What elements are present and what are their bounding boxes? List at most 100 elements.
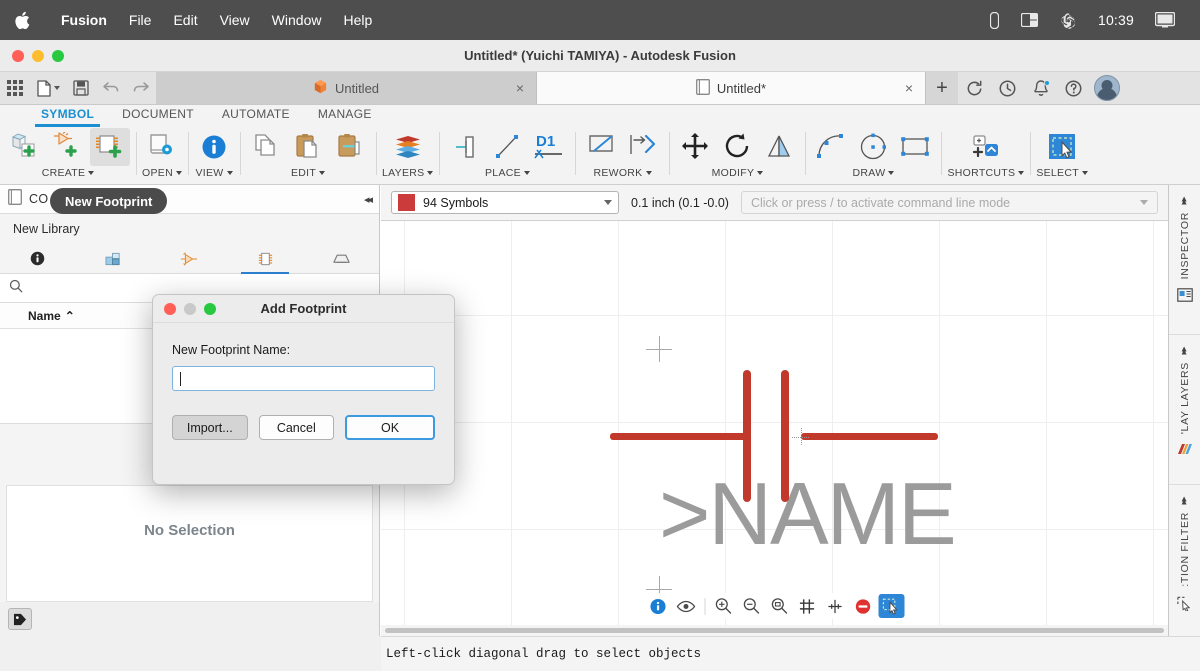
- menu-item-edit[interactable]: Edit: [162, 12, 208, 28]
- display-icon[interactable]: [1144, 12, 1186, 28]
- paste-special-icon[interactable]: [330, 128, 370, 166]
- arrow-bend-icon[interactable]: [623, 128, 663, 166]
- ribbon-group-draw-label[interactable]: DRAW: [853, 167, 895, 179]
- pin-icon[interactable]: [445, 128, 485, 166]
- new-tab-button[interactable]: +: [926, 72, 958, 104]
- import-button[interactable]: Import...: [172, 415, 248, 440]
- line-icon[interactable]: [487, 128, 527, 166]
- sidebar-section-inspector[interactable]: ◂◂ INSPECTOR: [1169, 185, 1200, 335]
- collapse-icon[interactable]: ◂◂: [1179, 346, 1190, 352]
- recent-icon[interactable]: [991, 72, 1024, 104]
- ribbon-group-edit-label[interactable]: EDIT: [291, 167, 326, 179]
- panel-tab-devices[interactable]: [76, 244, 152, 273]
- ribbon-tab-automate[interactable]: AUTOMATE: [208, 105, 304, 127]
- display-layers-icon[interactable]: [1176, 442, 1194, 462]
- sidebar-section-selection-filter[interactable]: ◂◂ :TION FILTER: [1169, 485, 1200, 635]
- redo-icon[interactable]: [126, 72, 156, 104]
- zoom-out-tool[interactable]: [738, 594, 764, 618]
- new-symbol-icon[interactable]: [6, 128, 46, 166]
- ribbon-group-select-label[interactable]: SELECT: [1036, 167, 1088, 179]
- undo-icon[interactable]: [96, 72, 126, 104]
- rotate-icon[interactable]: [717, 128, 757, 166]
- select-tool[interactable]: [878, 594, 904, 618]
- paste-icon[interactable]: [288, 128, 328, 166]
- delete-tool[interactable]: [850, 594, 876, 618]
- symbol-canvas[interactable]: >NAME >VALUE: [381, 221, 1168, 625]
- close-window-button[interactable]: [12, 49, 24, 62]
- close-tab-icon[interactable]: ×: [905, 81, 913, 95]
- menu-item-fusion[interactable]: Fusion: [50, 12, 118, 28]
- move-icon[interactable]: [675, 128, 715, 166]
- layers-icon[interactable]: [388, 128, 428, 166]
- document-tab-untitled[interactable]: Untitled ×: [156, 72, 536, 104]
- circle-icon[interactable]: [853, 128, 893, 166]
- panel-tab-symbols[interactable]: [152, 244, 228, 273]
- panel-tab-3d-packages[interactable]: [303, 244, 379, 273]
- ribbon-group-rework-label[interactable]: REWORK: [593, 167, 652, 179]
- collapse-left-icon[interactable]: ◂◂: [364, 193, 373, 206]
- arc-icon[interactable]: [811, 128, 851, 166]
- ribbon-group-layers-label[interactable]: LAYERS: [382, 167, 434, 179]
- menu-item-help[interactable]: Help: [332, 12, 383, 28]
- new-document-icon[interactable]: [30, 72, 66, 104]
- new-footprint-icon[interactable]: [90, 128, 130, 166]
- grid-tool[interactable]: [794, 594, 820, 618]
- snap-tool[interactable]: [822, 594, 848, 618]
- ribbon-group-modify-label[interactable]: MODIFY: [712, 167, 764, 179]
- ribbon-group-open-label[interactable]: OPEN: [142, 167, 182, 179]
- chevron-down-icon[interactable]: [604, 200, 612, 205]
- layer-selector[interactable]: 94 Symbols: [391, 191, 619, 214]
- inspector-icon[interactable]: [1176, 287, 1193, 308]
- capacitor-lead-left[interactable]: [610, 433, 750, 440]
- close-tab-icon[interactable]: ×: [516, 81, 524, 95]
- maximize-window-button[interactable]: [52, 49, 64, 62]
- openai-icon[interactable]: [1049, 12, 1088, 29]
- info-icon[interactable]: [194, 128, 234, 166]
- zoom-in-tool[interactable]: [710, 594, 736, 618]
- search-input[interactable]: [30, 281, 370, 295]
- miter-icon[interactable]: [581, 128, 621, 166]
- ribbon-tab-manage[interactable]: MANAGE: [304, 105, 386, 127]
- battery-icon[interactable]: [979, 11, 1010, 29]
- visibility-tool[interactable]: [673, 594, 699, 618]
- dimension-icon[interactable]: D1: [529, 128, 569, 166]
- ribbon-group-place-label[interactable]: PLACE: [485, 167, 530, 179]
- control-center-icon[interactable]: [1010, 13, 1049, 27]
- ribbon-tab-document[interactable]: DOCUMENT: [108, 105, 208, 127]
- menu-item-view[interactable]: View: [209, 12, 261, 28]
- zoom-fit-tool[interactable]: [766, 594, 792, 618]
- document-tab-untitled-modified[interactable]: Untitled* ×: [536, 72, 926, 104]
- rectangle-icon[interactable]: [895, 128, 935, 166]
- command-line-input[interactable]: Click or press / to activate command lin…: [740, 191, 1158, 214]
- collapse-icon[interactable]: ◂◂: [1179, 196, 1190, 202]
- tag-icon[interactable]: [8, 608, 32, 630]
- menu-item-window[interactable]: Window: [261, 12, 333, 28]
- ribbon-group-shortcuts-label[interactable]: SHORTCUTS: [947, 167, 1025, 179]
- refresh-icon[interactable]: [958, 72, 991, 104]
- apple-logo-icon[interactable]: [14, 11, 30, 30]
- window-controls[interactable]: [0, 49, 64, 62]
- copy-icon[interactable]: [246, 128, 286, 166]
- new-device-icon[interactable]: [48, 128, 88, 166]
- notifications-icon[interactable]: [1024, 72, 1057, 104]
- save-icon[interactable]: [66, 72, 96, 104]
- panel-tab-info[interactable]: [0, 244, 76, 273]
- footprint-name-input[interactable]: [172, 366, 435, 391]
- minimize-window-button[interactable]: [32, 49, 44, 62]
- open-library-icon[interactable]: [142, 128, 182, 166]
- sidebar-section-display-layers[interactable]: ◂◂ 'LAY LAYERS: [1169, 335, 1200, 485]
- info-tool[interactable]: [645, 594, 671, 618]
- menu-item-file[interactable]: File: [118, 12, 163, 28]
- collapse-icon[interactable]: ◂◂: [1179, 496, 1190, 502]
- capacitor-lead-right[interactable]: [801, 433, 938, 440]
- account-avatar[interactable]: [1090, 72, 1123, 104]
- ribbon-group-create-label[interactable]: CREATE: [42, 167, 95, 179]
- ribbon-tab-symbol[interactable]: SYMBOL: [27, 105, 108, 127]
- shortcuts-icon[interactable]: [966, 128, 1006, 166]
- symbol-name-text[interactable]: >NAME: [659, 463, 957, 565]
- cancel-button[interactable]: Cancel: [258, 415, 335, 440]
- selection-filter-icon[interactable]: [1176, 595, 1193, 616]
- chevron-down-icon[interactable]: [1140, 200, 1148, 205]
- panel-tab-footprints[interactable]: [227, 244, 303, 274]
- mirror-icon[interactable]: [759, 128, 799, 166]
